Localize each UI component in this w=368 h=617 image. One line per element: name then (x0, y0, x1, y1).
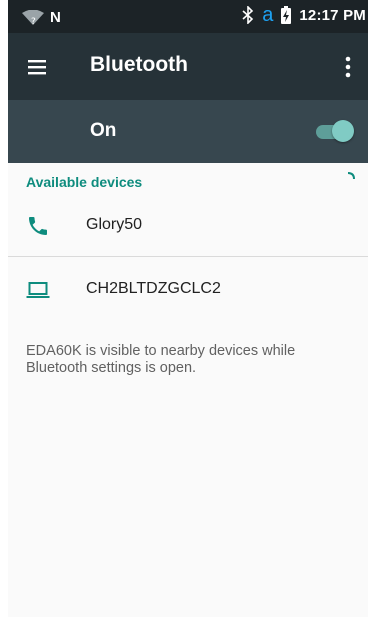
toggle-thumb (332, 120, 354, 142)
status-bar: ? N a 12:17 PM (8, 0, 368, 33)
network-type-label: N (50, 9, 61, 26)
bluetooth-icon (242, 6, 254, 24)
page-title: Bluetooth (90, 53, 188, 76)
status-right: a 12:17 PM (242, 4, 366, 26)
app-notification-icon: a (262, 4, 274, 26)
bluetooth-switch-bar[interactable]: On (8, 100, 368, 163)
wifi-unknown-text: ? (31, 17, 36, 26)
hamburger-menu-icon[interactable] (26, 55, 50, 79)
bluetooth-toggle[interactable] (314, 118, 354, 144)
switch-label: On (90, 120, 117, 141)
scanning-progress-icon (347, 172, 355, 180)
status-left: ? N (22, 9, 61, 26)
toolbar: Bluetooth (8, 33, 368, 100)
more-vert-icon[interactable] (336, 53, 360, 81)
wifi-icon: ? (22, 9, 44, 26)
battery-charging-icon (281, 6, 292, 24)
phone-icon (29, 217, 47, 235)
laptop-icon (26, 282, 50, 298)
available-devices-header: Available devices (26, 174, 143, 190)
divider (8, 256, 368, 257)
screen: ? N a 12:17 PM Bluetooth On Available de… (8, 0, 368, 617)
visibility-message: EDA60K is visible to nearby devices whil… (26, 343, 296, 376)
device-name: CH2BLTDZGCLC2 (86, 280, 221, 297)
device-item-glory50[interactable]: Glory50 (8, 198, 368, 254)
clock: 12:17 PM (299, 6, 366, 24)
device-item-ch2bltdzgclc2[interactable]: CH2BLTDZGCLC2 (8, 262, 368, 318)
device-name: Glory50 (86, 216, 143, 233)
